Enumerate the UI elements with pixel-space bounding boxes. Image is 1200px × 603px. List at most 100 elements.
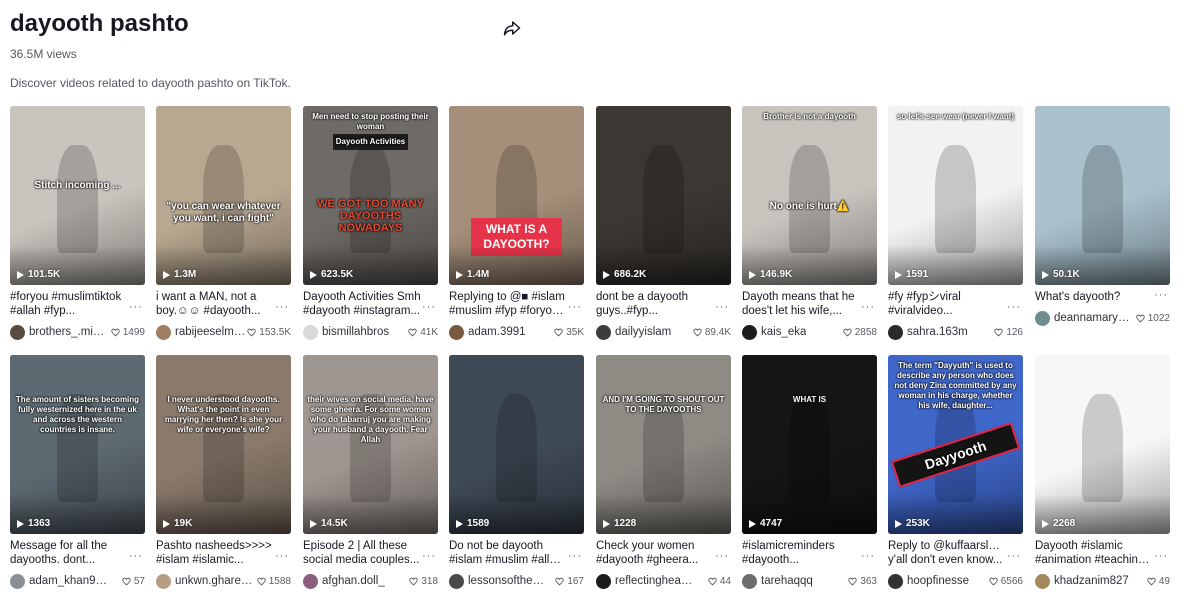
- username-link[interactable]: afghan.doll_: [322, 575, 385, 587]
- username-link[interactable]: reflectinghearts: [615, 575, 693, 587]
- video-card[interactable]: 686.2K dont be a dayooth guys..#fyp... ··· d…: [596, 106, 731, 346]
- video-caption[interactable]: Dayooth Activities Smh #dayooth #instagra…: [303, 290, 421, 318]
- video-caption[interactable]: Replying to @■ #islam #muslim #fyp #foryo…: [449, 290, 567, 318]
- video-card[interactable]: 50.1K What's dayooth? ··· deannamaryam 1022: [1035, 106, 1170, 346]
- more-options-icon[interactable]: ···: [422, 302, 436, 313]
- username-link[interactable]: adam.3991: [468, 326, 526, 338]
- avatar[interactable]: [1035, 310, 1050, 326]
- video-thumbnail[interactable]: 1589: [449, 355, 584, 534]
- more-options-icon[interactable]: ···: [275, 551, 289, 562]
- more-options-icon[interactable]: ···: [715, 302, 729, 313]
- username-link[interactable]: deannamaryam: [1054, 312, 1132, 324]
- more-options-icon[interactable]: ···: [861, 302, 875, 313]
- video-thumbnail[interactable]: their wives on social media, have some g…: [303, 355, 438, 534]
- avatar[interactable]: [156, 324, 171, 340]
- video-thumbnail[interactable]: I never understood dayooths. What's the …: [156, 355, 291, 534]
- video-caption[interactable]: Check your women #dayooth #gheera...: [596, 539, 714, 567]
- avatar[interactable]: [888, 324, 903, 340]
- video-caption[interactable]: Message for all the dayooths. dont...: [10, 539, 128, 567]
- video-thumbnail[interactable]: 686.2K: [596, 106, 731, 285]
- username-link[interactable]: tarehaqqq: [761, 575, 813, 587]
- username-link[interactable]: adam_khan999: [29, 575, 107, 587]
- more-options-icon[interactable]: ···: [129, 302, 143, 313]
- video-thumbnail[interactable]: "you can wear whatever you want, i can f…: [156, 106, 291, 285]
- avatar[interactable]: [303, 573, 318, 589]
- video-caption[interactable]: #foryou #muslimtiktok #allah #fyp...: [10, 290, 128, 318]
- video-thumbnail[interactable]: Men need to stop posting their woman Dayo…: [303, 106, 438, 285]
- video-card[interactable]: so let's see wear (never I want) 1591 #fy …: [888, 106, 1023, 346]
- video-caption[interactable]: #fy #fypシviral #viralvideo...: [888, 290, 1006, 318]
- play-icon: [17, 270, 24, 279]
- video-card[interactable]: WHAT IS A DAYOOTH? 1.4M Replying to @■ #is…: [449, 106, 584, 346]
- avatar[interactable]: [156, 573, 171, 589]
- video-thumbnail[interactable]: The term "Dayyuth" is used to describe a…: [888, 355, 1023, 534]
- more-options-icon[interactable]: ···: [1007, 551, 1021, 562]
- video-card[interactable]: Men need to stop posting their woman Dayo…: [303, 106, 438, 346]
- avatar[interactable]: [742, 573, 757, 589]
- avatar[interactable]: [742, 324, 757, 340]
- video-caption[interactable]: Episode 2 | All these social media couple…: [303, 539, 421, 567]
- video-card[interactable]: their wives on social media, have some g…: [303, 355, 438, 595]
- more-options-icon[interactable]: ···: [861, 551, 875, 562]
- username-link[interactable]: khadzanim827: [1054, 575, 1129, 587]
- video-thumbnail[interactable]: Brother is not a dayooth No one is hurt⚠️…: [742, 106, 877, 285]
- video-card[interactable]: WHAT IS 4747 #islamicreminders #dayooth... ·…: [742, 355, 877, 595]
- more-options-icon[interactable]: ···: [275, 302, 289, 313]
- avatar[interactable]: [10, 573, 25, 589]
- video-card[interactable]: 1589 Do not be dayooth #islam #muslim #all…: [449, 355, 584, 595]
- avatar[interactable]: [596, 573, 611, 589]
- play-count-value: 253K: [906, 518, 930, 529]
- username-link[interactable]: sahra.163m: [907, 326, 968, 338]
- caption-line: dont be a dayooth: [596, 291, 689, 303]
- video-thumbnail[interactable]: so let's see wear (never I want) 1591: [888, 106, 1023, 285]
- video-caption[interactable]: #islamicreminders #dayooth...: [742, 539, 860, 567]
- video-caption[interactable]: Do not be dayooth #islam #muslim #allah..…: [449, 539, 567, 567]
- username-link[interactable]: brothers_.min...: [29, 326, 107, 338]
- more-options-icon[interactable]: ···: [568, 551, 582, 562]
- username-link[interactable]: dailyyislam: [615, 326, 671, 338]
- video-caption[interactable]: Dayooth #islamic #animation #teaching...: [1035, 539, 1153, 567]
- more-options-icon[interactable]: ···: [1007, 302, 1021, 313]
- video-caption[interactable]: Reply to @kuffaarslayer y'all don't even …: [888, 539, 1006, 567]
- video-thumbnail[interactable]: AND I'M GOING TO SHOUT OUT TO THE DAYOOT…: [596, 355, 731, 534]
- more-options-icon[interactable]: ···: [129, 551, 143, 562]
- video-card[interactable]: "you can wear whatever you want, i can f…: [156, 106, 291, 346]
- video-caption[interactable]: Dayoth means that he does't let his wife,…: [742, 290, 860, 318]
- more-options-icon[interactable]: ···: [1154, 551, 1168, 562]
- avatar[interactable]: [596, 324, 611, 340]
- username-link[interactable]: bismillahbros: [322, 326, 389, 338]
- avatar[interactable]: [303, 324, 318, 340]
- more-options-icon[interactable]: ···: [715, 551, 729, 562]
- more-options-icon[interactable]: ···: [568, 302, 582, 313]
- video-card[interactable]: Stitch incoming ... 101.5K #foryou #muslim…: [10, 106, 145, 346]
- more-options-icon[interactable]: ···: [422, 551, 436, 562]
- avatar[interactable]: [449, 573, 464, 589]
- video-thumbnail[interactable]: Stitch incoming ... 101.5K: [10, 106, 145, 285]
- video-card[interactable]: The term "Dayyuth" is used to describe a…: [888, 355, 1023, 595]
- video-card[interactable]: Brother is not a dayooth No one is hurt⚠️…: [742, 106, 877, 346]
- video-caption[interactable]: dont be a dayooth guys..#fyp...: [596, 290, 714, 318]
- username-link[interactable]: unkwn.gharee...: [175, 575, 253, 587]
- video-thumbnail[interactable]: The amount of sisters becoming fully wes…: [10, 355, 145, 534]
- video-thumbnail[interactable]: 50.1K: [1035, 106, 1170, 285]
- video-card[interactable]: I never understood dayooths. What's the …: [156, 355, 291, 595]
- avatar[interactable]: [10, 324, 25, 340]
- video-card[interactable]: AND I'M GOING TO SHOUT OUT TO THE DAYOOT…: [596, 355, 731, 595]
- video-card[interactable]: 2268 Dayooth #islamic #animation #teaching…: [1035, 355, 1170, 595]
- video-card[interactable]: The amount of sisters becoming fully wes…: [10, 355, 145, 595]
- username-link[interactable]: hoopfinesse: [907, 575, 969, 587]
- more-options-icon[interactable]: ···: [1154, 290, 1168, 301]
- share-arrow-icon[interactable]: [503, 19, 521, 37]
- video-thumbnail[interactable]: 2268: [1035, 355, 1170, 534]
- video-thumbnail[interactable]: WHAT IS 4747: [742, 355, 877, 534]
- avatar[interactable]: [888, 573, 903, 589]
- avatar[interactable]: [1035, 573, 1050, 589]
- video-caption[interactable]: Pashto nasheeds>>>> #islam #islamic...: [156, 539, 274, 567]
- username-link[interactable]: rabijeeselma...: [175, 326, 247, 338]
- avatar[interactable]: [449, 324, 464, 340]
- video-thumbnail[interactable]: WHAT IS A DAYOOTH? 1.4M: [449, 106, 584, 285]
- username-link[interactable]: kais_eka: [761, 326, 806, 338]
- username-link[interactable]: lessonsofthede...: [468, 575, 546, 587]
- video-caption[interactable]: i want a MAN, not a boy.☺☺ #dayooth...: [156, 290, 274, 318]
- like-count: 44: [708, 576, 731, 587]
